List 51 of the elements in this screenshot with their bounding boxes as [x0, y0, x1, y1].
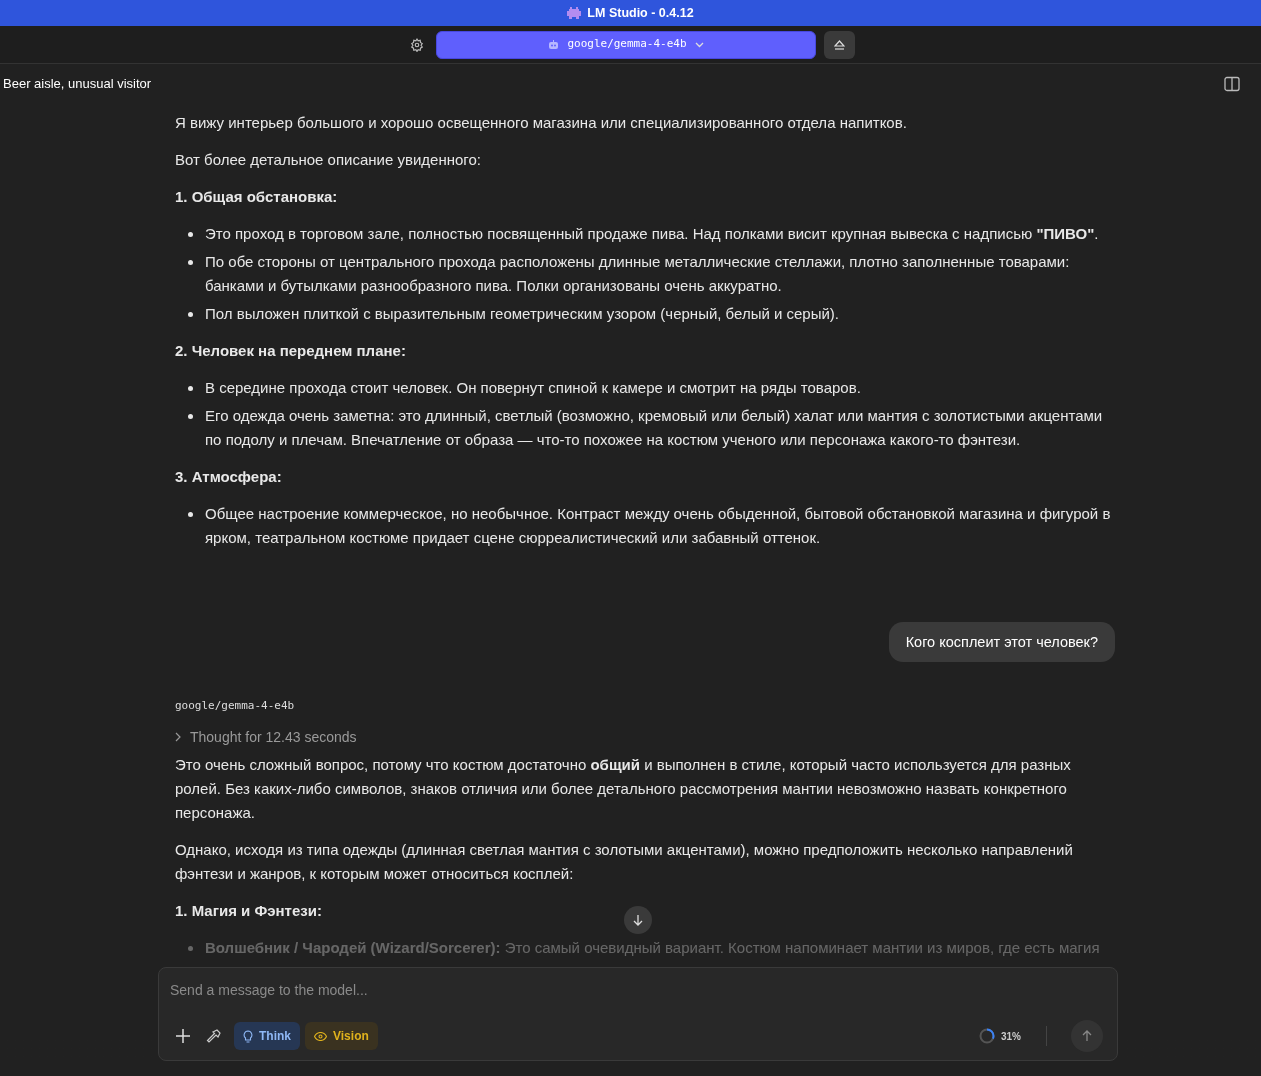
section-heading: 1. Общая обстановка: [175, 187, 338, 207]
message-paragraph: Однако, исходя из типа одежды (длинная светлая мантия с золотыми акцентами), можно предположить несколько направлений фэнтези и жанров, к которым может относиться косплей: [175, 839, 1074, 884]
user-message: Кого косплеит этот человек? [888, 622, 1115, 662]
section-heading: 3. Атмосфера: [175, 467, 282, 487]
plus-icon [176, 1029, 190, 1043]
bullet-icon [188, 945, 193, 951]
chat-title: Beer aisle, unusual visitor [3, 75, 152, 94]
message-input[interactable]: Send a message to the model... [170, 980, 1106, 1000]
context-ring-icon [979, 1028, 995, 1044]
section-heading: 1. Магия и Фэнтези: [175, 900, 322, 921]
model-name: google/gemma-4-e4b [175, 698, 296, 714]
eject-icon [834, 39, 845, 50]
bullet-text: Волшебник / Чародей (Wizard/Sorcerer): Это самый очевидный вариант. Костюм напоминает мантии из миров, где есть магия [205, 937, 1100, 958]
message-paragraph: Это очень сложный вопрос, потому что костюм достаточно общий и выполнен в стиле, который часто используется для разных ролей. Без каких-либо символов, знаков отличия или более детального рассмотрения мантии невозможно назвать конкретного персонажа. [175, 754, 1072, 823]
arrow-down-icon [632, 914, 644, 926]
lightbulb-icon [243, 1029, 253, 1043]
robot-icon [548, 39, 560, 50]
bullet-text: Это проход в торговом зале, полностью посвященный продаже пива. Над полками висит крупная вывеска с надписью "ПИВО". [205, 224, 1099, 244]
send-button[interactable] [1071, 1020, 1103, 1052]
bullet-text: Его одежда очень заметна: это длинный, светлый (возможно, кремовый или белый) халат или мантия с золотистыми акцентами по подолу и плечам. Впечатление от образа — что-то похожее на костюм ученого или персонажа какого-то фэнтези. [205, 406, 1104, 450]
message-paragraph: Вот более детальное описание увиденного: [175, 150, 482, 170]
bullet-icon [188, 414, 193, 419]
message-paragraph: Я вижу интерьер большого и хорошо освещенного магазина или специализированного отдела напитков. [175, 113, 908, 133]
bullet-text: По обе стороны от центрального прохода расположены длинные металлические стеллажи, плотно заполненные товарами: банками и бутылками разнообразного пива. Полки организованы очень аккуратно. [205, 252, 1071, 296]
chevron-right-icon [175, 731, 181, 742]
bullet-icon [188, 260, 193, 265]
add-button[interactable] [173, 1026, 193, 1046]
bullet-icon [188, 312, 193, 317]
hammer-icon [205, 1028, 221, 1044]
vision-toggle[interactable]: Vision [305, 1022, 378, 1050]
eject-button[interactable] [824, 30, 855, 59]
settings-icon [410, 37, 424, 52]
app-logo-icon [567, 7, 582, 19]
section-heading: 2. Человек на переднем плане: [175, 341, 406, 361]
chevron-down-icon [694, 41, 704, 48]
arrow-up-icon [1081, 1030, 1093, 1042]
scroll-down-button[interactable] [624, 906, 652, 934]
split-view-icon [1224, 76, 1240, 92]
bullet-icon [188, 512, 193, 517]
thought-toggle[interactable]: Thought for 12.43 seconds [175, 726, 1115, 747]
bullet-text: Общее настроение коммерческое, но необычное. Контраст между очень обыденной, бытовой обстановкой магазина и фигурой в ярком, театральном костюме придает сцене сюрреалистический или забавный оттенок. [205, 504, 1112, 548]
model-selector[interactable]: google/gemma-4-e4b [436, 30, 816, 59]
bullet-text: Пол выложен плиткой с выразительным геометрическим узором (черный, белый и серый). [205, 304, 840, 324]
think-toggle[interactable]: Think [234, 1022, 300, 1050]
bullet-text: В середине прохода стоит человек. Он повернут спиной к камере и смотрит на ряды товаров. [205, 378, 861, 398]
bullet-icon [188, 386, 193, 391]
bullet-icon [188, 232, 193, 237]
context-meter: 31% [979, 1028, 1021, 1044]
split-view-button[interactable] [1223, 75, 1241, 93]
eye-icon [314, 1031, 327, 1041]
window-title: LM Studio - 0.4.12 [587, 4, 694, 22]
